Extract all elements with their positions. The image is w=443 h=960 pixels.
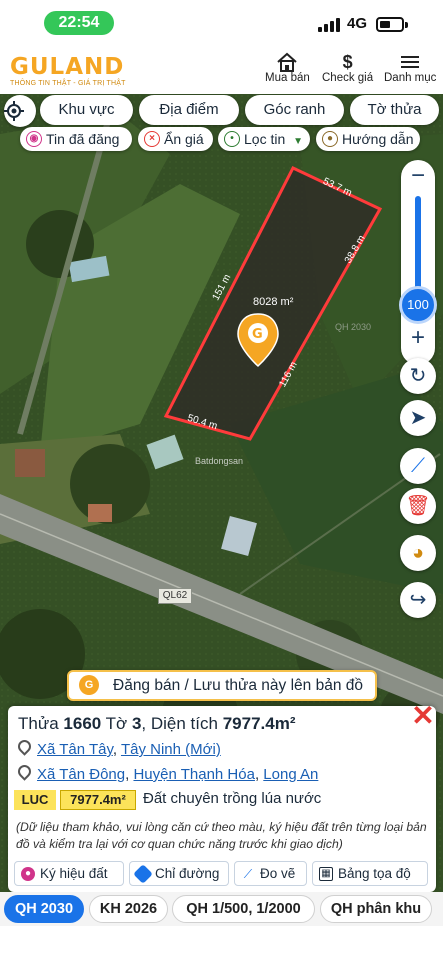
check-price-button[interactable]: $ Check giá bbox=[322, 52, 373, 84]
measure-label: Đo vẽ bbox=[260, 866, 296, 881]
tab-qh-2030[interactable]: QH 2030 bbox=[4, 895, 84, 923]
post-parcel-button[interactable]: G Đăng bán / Lưu thửa này lên bản đồ bbox=[67, 670, 377, 701]
guide-icon: ● bbox=[322, 131, 338, 147]
clock: 22:54 bbox=[44, 11, 114, 35]
parcel-area: 7977.4m² bbox=[222, 714, 296, 733]
hide-icon: × bbox=[144, 131, 160, 147]
guide-chip[interactable]: ● Hướng dẫn bbox=[316, 127, 420, 151]
coordinates-table-button[interactable]: ▦ Bảng tọa độ bbox=[312, 861, 428, 886]
land-area-badge: 7977.4m² bbox=[60, 790, 136, 810]
navigate-icon[interactable]: ➤ bbox=[400, 400, 436, 436]
battery-tip bbox=[405, 22, 408, 28]
guide-label: Hướng dẫn bbox=[342, 131, 414, 147]
land-symbols-button[interactable]: ● Ký hiệu đất bbox=[14, 861, 124, 886]
directions-button[interactable]: Chỉ đường bbox=[129, 861, 229, 886]
svg-text:G: G bbox=[252, 327, 263, 342]
parcel-number: 1660 bbox=[63, 714, 102, 733]
hide-price-chip[interactable]: × Ẩn giá bbox=[138, 127, 213, 151]
sheet-number: 3 bbox=[131, 714, 142, 733]
new-address: Xã Tân Tây, Tây Ninh (Mới) bbox=[15, 737, 221, 758]
area-filter-button[interactable]: Khu vực bbox=[40, 95, 133, 125]
old-province-link[interactable]: Long An bbox=[263, 766, 318, 783]
location-button[interactable]: Địa điểm bbox=[139, 95, 239, 125]
app-header: GULAND THÔNG TIN THẬT - GIÁ TRỊ THẬT Mua… bbox=[0, 46, 443, 94]
zoom-in-button[interactable]: + bbox=[401, 322, 435, 356]
filter-label: Lọc tin bbox=[244, 131, 286, 147]
network-label: 4G bbox=[347, 15, 368, 32]
home-indicator-area bbox=[0, 926, 443, 960]
sheet-prefix: Tờ bbox=[105, 714, 128, 733]
trash-icon[interactable]: 🗑 bbox=[400, 488, 436, 524]
new-commune-link[interactable]: Xã Tân Tây bbox=[37, 741, 113, 758]
road-label: QL62 bbox=[158, 588, 192, 604]
parcel-title: Thửa 1660 Tờ 3, Diện tích 7977.4m² bbox=[18, 714, 295, 734]
measure-icon: ⟋ bbox=[243, 867, 253, 881]
area-prefix: , Diện tích bbox=[141, 714, 218, 733]
tab-qh-phan-khu[interactable]: QH phân khu bbox=[320, 895, 432, 923]
house-icon bbox=[265, 52, 310, 72]
disclaimer-note: (Dữ liệu tham khảo, vui lòng căn cứ theo… bbox=[16, 820, 427, 851]
chevron-down-icon: ▼ bbox=[293, 136, 304, 147]
zoom-out-button[interactable]: − bbox=[401, 160, 435, 194]
guland-pin-icon: G bbox=[79, 675, 99, 695]
locate-icon[interactable] bbox=[4, 95, 36, 127]
hide-price-label: Ẩn giá bbox=[164, 131, 204, 147]
land-type: Đất chuyên trồng lúa nước bbox=[143, 790, 322, 807]
battery-icon bbox=[376, 17, 404, 32]
land-code-badge: LUC bbox=[14, 790, 56, 810]
post-parcel-label: Đăng bán / Lưu thửa này lên bản đồ bbox=[113, 677, 363, 694]
location-pin-icon bbox=[15, 737, 34, 756]
dollar-icon: $ bbox=[342, 52, 353, 72]
refresh-icon[interactable]: ↻ bbox=[400, 358, 436, 394]
filter-chip[interactable]: • Lọc tin ▼ bbox=[218, 127, 310, 151]
logo-text: GULAND bbox=[10, 54, 125, 80]
measure-tool-icon[interactable]: ⟋ bbox=[400, 448, 436, 484]
tab-kh-2026[interactable]: KH 2026 bbox=[89, 895, 168, 923]
measure-button[interactable]: ⟋ Đo vẽ bbox=[234, 861, 307, 886]
tab-qh-1-500[interactable]: QH 1/500, 1/2000 bbox=[172, 895, 315, 923]
old-address: Xã Tân Đông, Huyện Thạnh Hóa, Long An bbox=[15, 762, 318, 783]
close-icon[interactable]: ✕ bbox=[410, 702, 436, 730]
corner-boundary-button[interactable]: Góc ranh bbox=[245, 95, 344, 125]
location-pin-icon bbox=[15, 762, 34, 781]
buy-sell-label: Mua bán bbox=[265, 72, 310, 84]
palette-icon: ● bbox=[21, 867, 35, 881]
old-commune-link[interactable]: Xã Tân Đông bbox=[37, 766, 125, 783]
sheet-parcel-button[interactable]: Tờ thửa bbox=[350, 95, 439, 125]
menu-icon bbox=[384, 52, 436, 72]
check-price-label: Check giá bbox=[322, 72, 374, 84]
listing-icon: ◉ bbox=[26, 131, 42, 147]
palette-icon[interactable]: ◕ bbox=[400, 535, 436, 571]
watermark: Batdongsan bbox=[195, 456, 244, 466]
directions-icon bbox=[133, 864, 153, 884]
zoom-handle[interactable]: 100 bbox=[399, 286, 437, 324]
zoom-slider-track bbox=[415, 196, 421, 300]
posted-listings-chip[interactable]: ◉ Tin đã đăng bbox=[20, 127, 132, 151]
coordinates-table-label: Bảng tọa độ bbox=[338, 866, 411, 881]
catalog-button[interactable]: Danh mục bbox=[384, 52, 436, 84]
directions-label: Chỉ đường bbox=[155, 866, 220, 881]
parcel-area-label: 8028 m² bbox=[253, 296, 294, 308]
old-district-link[interactable]: Huyện Thạnh Hóa bbox=[133, 766, 254, 783]
signal-icon bbox=[318, 18, 342, 32]
new-province-link[interactable]: Tây Ninh (Mới) bbox=[121, 741, 221, 758]
catalog-label: Danh mục bbox=[384, 72, 437, 84]
filter-icon: • bbox=[224, 131, 240, 147]
guland-logo[interactable]: GULAND THÔNG TIN THẬT - GIÁ TRỊ THẬT bbox=[10, 54, 126, 87]
posted-listings-label: Tin đã đăng bbox=[46, 131, 120, 147]
table-icon: ▦ bbox=[319, 867, 333, 881]
faded-plan-label: QH 2030 bbox=[335, 322, 372, 332]
parcel-prefix: Thửa bbox=[18, 714, 59, 733]
logo-tagline: THÔNG TIN THẬT - GIÁ TRỊ THẬT bbox=[10, 80, 126, 87]
buy-sell-button[interactable]: Mua bán bbox=[265, 52, 310, 84]
share-icon[interactable]: ↪ bbox=[400, 582, 436, 618]
land-symbols-label: Ký hiệu đất bbox=[40, 866, 108, 881]
